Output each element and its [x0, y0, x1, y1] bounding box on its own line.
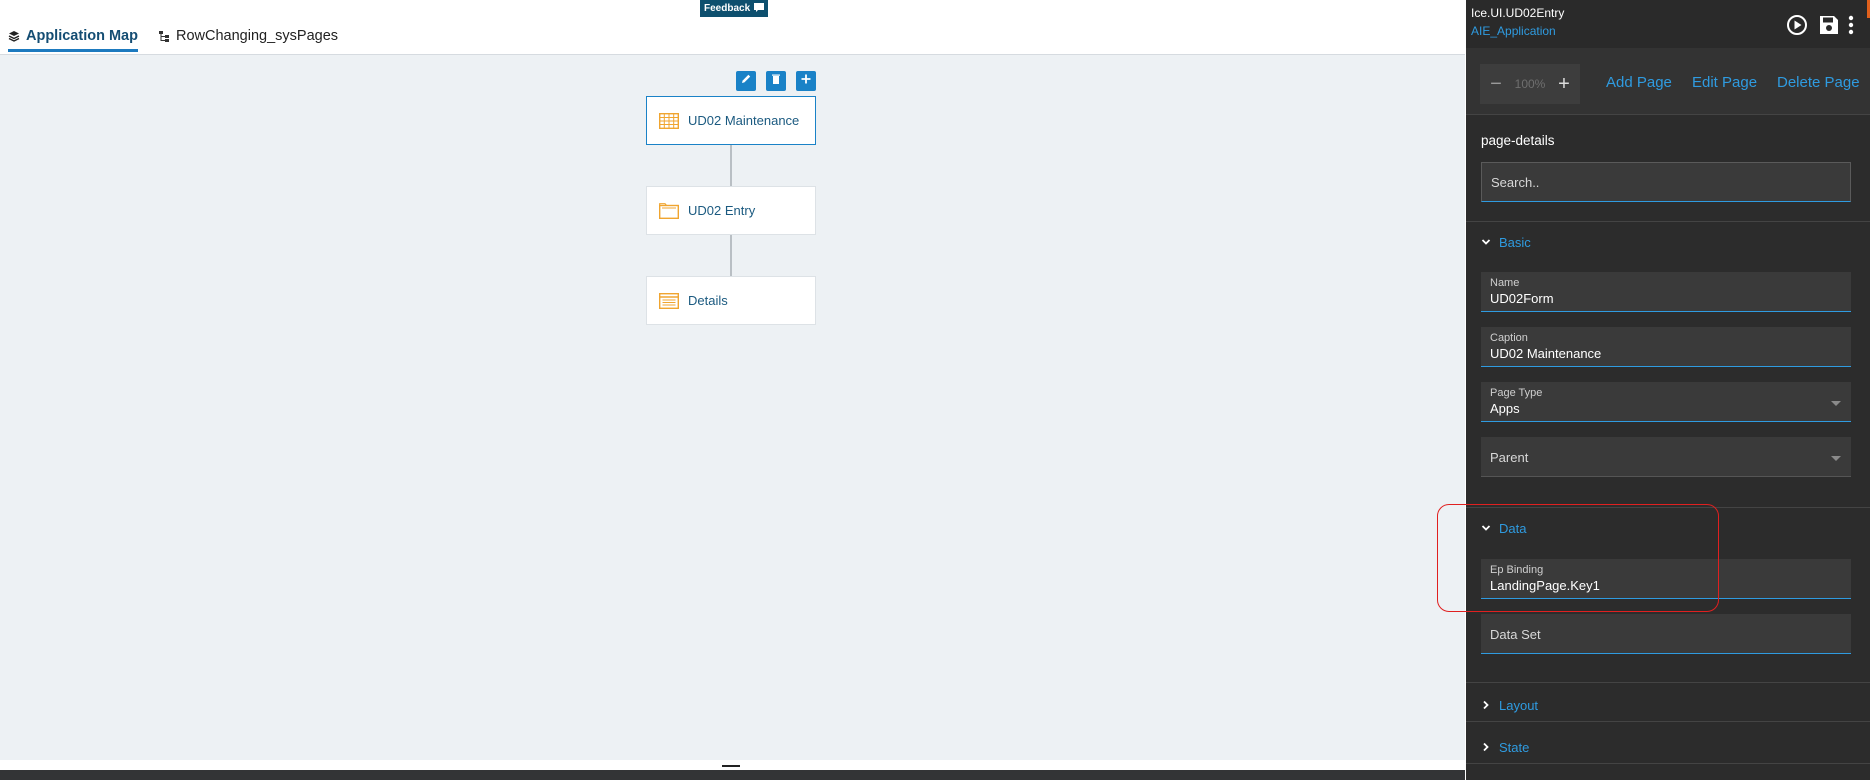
parent-select[interactable]: Parent: [1481, 437, 1851, 477]
layers-icon: [8, 30, 20, 42]
field-value: LandingPage.Key1: [1490, 578, 1600, 593]
delete-node-button[interactable]: [766, 71, 786, 91]
delete-icon: [770, 72, 782, 90]
dropdown-caret-icon: [1831, 401, 1841, 406]
field-label: Parent: [1490, 450, 1529, 465]
map-node-details[interactable]: Details: [646, 276, 816, 325]
chevron-down-icon: [1481, 521, 1491, 536]
data-set-field[interactable]: Data Set: [1481, 614, 1851, 654]
map-node-ud02-entry[interactable]: UD02 Entry: [646, 186, 816, 235]
group-label: State: [1499, 740, 1530, 755]
map-connector: [730, 145, 732, 186]
group-label: Basic: [1499, 235, 1531, 250]
tab-label: Application Map: [26, 28, 138, 44]
app-path: Ice.UI.UD02Entry: [1471, 6, 1565, 20]
page-toolbar: − 100% + Add Page Edit Page Delete Page: [1466, 48, 1870, 115]
delete-page-link[interactable]: Delete Page: [1777, 74, 1860, 91]
tab-label: RowChanging_sysPages: [176, 28, 339, 44]
edit-page-link[interactable]: Edit Page: [1692, 74, 1757, 91]
map-canvas: [0, 55, 1465, 760]
search-input[interactable]: [1481, 162, 1851, 202]
add-node-button[interactable]: [796, 71, 816, 91]
divider: [1466, 221, 1870, 222]
resize-handle[interactable]: [722, 765, 740, 767]
add-page-link[interactable]: Add Page: [1606, 74, 1672, 91]
more-options-icon[interactable]: [1848, 14, 1854, 36]
divider: [1466, 507, 1870, 508]
name-field[interactable]: Name UD02Form: [1481, 272, 1851, 312]
group-layout[interactable]: Layout: [1481, 698, 1538, 713]
map-node-ud02-maintenance[interactable]: UD02 Maintenance: [646, 96, 816, 145]
tab-application-map[interactable]: Application Map: [8, 20, 138, 52]
edit-node-button[interactable]: [736, 71, 756, 91]
chevron-down-icon: [1481, 235, 1491, 250]
panel-body: page-details Basic Name UD02Form Caption…: [1466, 115, 1870, 780]
field-value: Apps: [1490, 401, 1520, 416]
field-label: Data Set: [1490, 627, 1541, 642]
panel-header: Ice.UI.UD02Entry AIE_Application: [1466, 0, 1870, 48]
flag-icon: [754, 2, 765, 15]
node-label: Details: [688, 293, 728, 308]
chevron-right-icon: [1481, 740, 1491, 755]
zoom-control: − 100% +: [1480, 64, 1580, 104]
field-label: Caption: [1490, 332, 1528, 344]
field-value: UD02 Maintenance: [1490, 346, 1602, 361]
divider: [1466, 682, 1870, 683]
field-label: Page Type: [1490, 387, 1543, 399]
tab-rowchanging-syspages[interactable]: RowChanging_sysPages: [158, 20, 338, 52]
group-label: Data: [1499, 521, 1527, 536]
group-state[interactable]: State: [1481, 740, 1529, 755]
feedback-button[interactable]: Feedback: [700, 0, 769, 17]
app-name-link[interactable]: AIE_Application: [1471, 24, 1556, 38]
folder-icon: [659, 202, 679, 219]
divider: [1466, 763, 1870, 764]
edit-icon: [740, 72, 752, 90]
field-value: UD02Form: [1490, 291, 1554, 306]
field-label: Ep Binding: [1490, 564, 1544, 576]
grid-icon: [659, 112, 679, 129]
play-icon[interactable]: [1786, 14, 1808, 36]
map-connector: [730, 235, 732, 276]
page-type-select[interactable]: Page Type Apps: [1481, 382, 1851, 422]
group-data[interactable]: Data: [1481, 521, 1526, 536]
node-label: UD02 Entry: [688, 203, 756, 218]
save-icon[interactable]: [1818, 14, 1840, 36]
properties-panel: Ice.UI.UD02Entry AIE_Application − 100% …: [1466, 0, 1870, 780]
field-label: Name: [1490, 277, 1520, 289]
caption-field[interactable]: Caption UD02 Maintenance: [1481, 327, 1851, 367]
node-label: UD02 Maintenance: [688, 113, 800, 128]
group-label: Layout: [1499, 698, 1539, 713]
dropdown-caret-icon: [1831, 456, 1841, 461]
list-icon: [659, 292, 679, 309]
add-icon: [800, 72, 812, 90]
group-basic[interactable]: Basic: [1481, 235, 1531, 250]
ep-binding-field[interactable]: Ep Binding LandingPage.Key1: [1481, 559, 1851, 599]
section-title: page-details: [1481, 133, 1555, 148]
zoom-out-button[interactable]: −: [1488, 73, 1504, 96]
divider: [1466, 721, 1870, 722]
bottom-bar: [0, 770, 1465, 780]
feedback-label: Feedback: [704, 3, 751, 14]
tree-icon: [158, 30, 170, 42]
zoom-in-button[interactable]: +: [1556, 73, 1572, 96]
chevron-right-icon: [1481, 698, 1491, 713]
application-map-area: Application Map RowChanging_sysPages Fee…: [0, 0, 1465, 780]
zoom-value: 100%: [1514, 77, 1546, 91]
